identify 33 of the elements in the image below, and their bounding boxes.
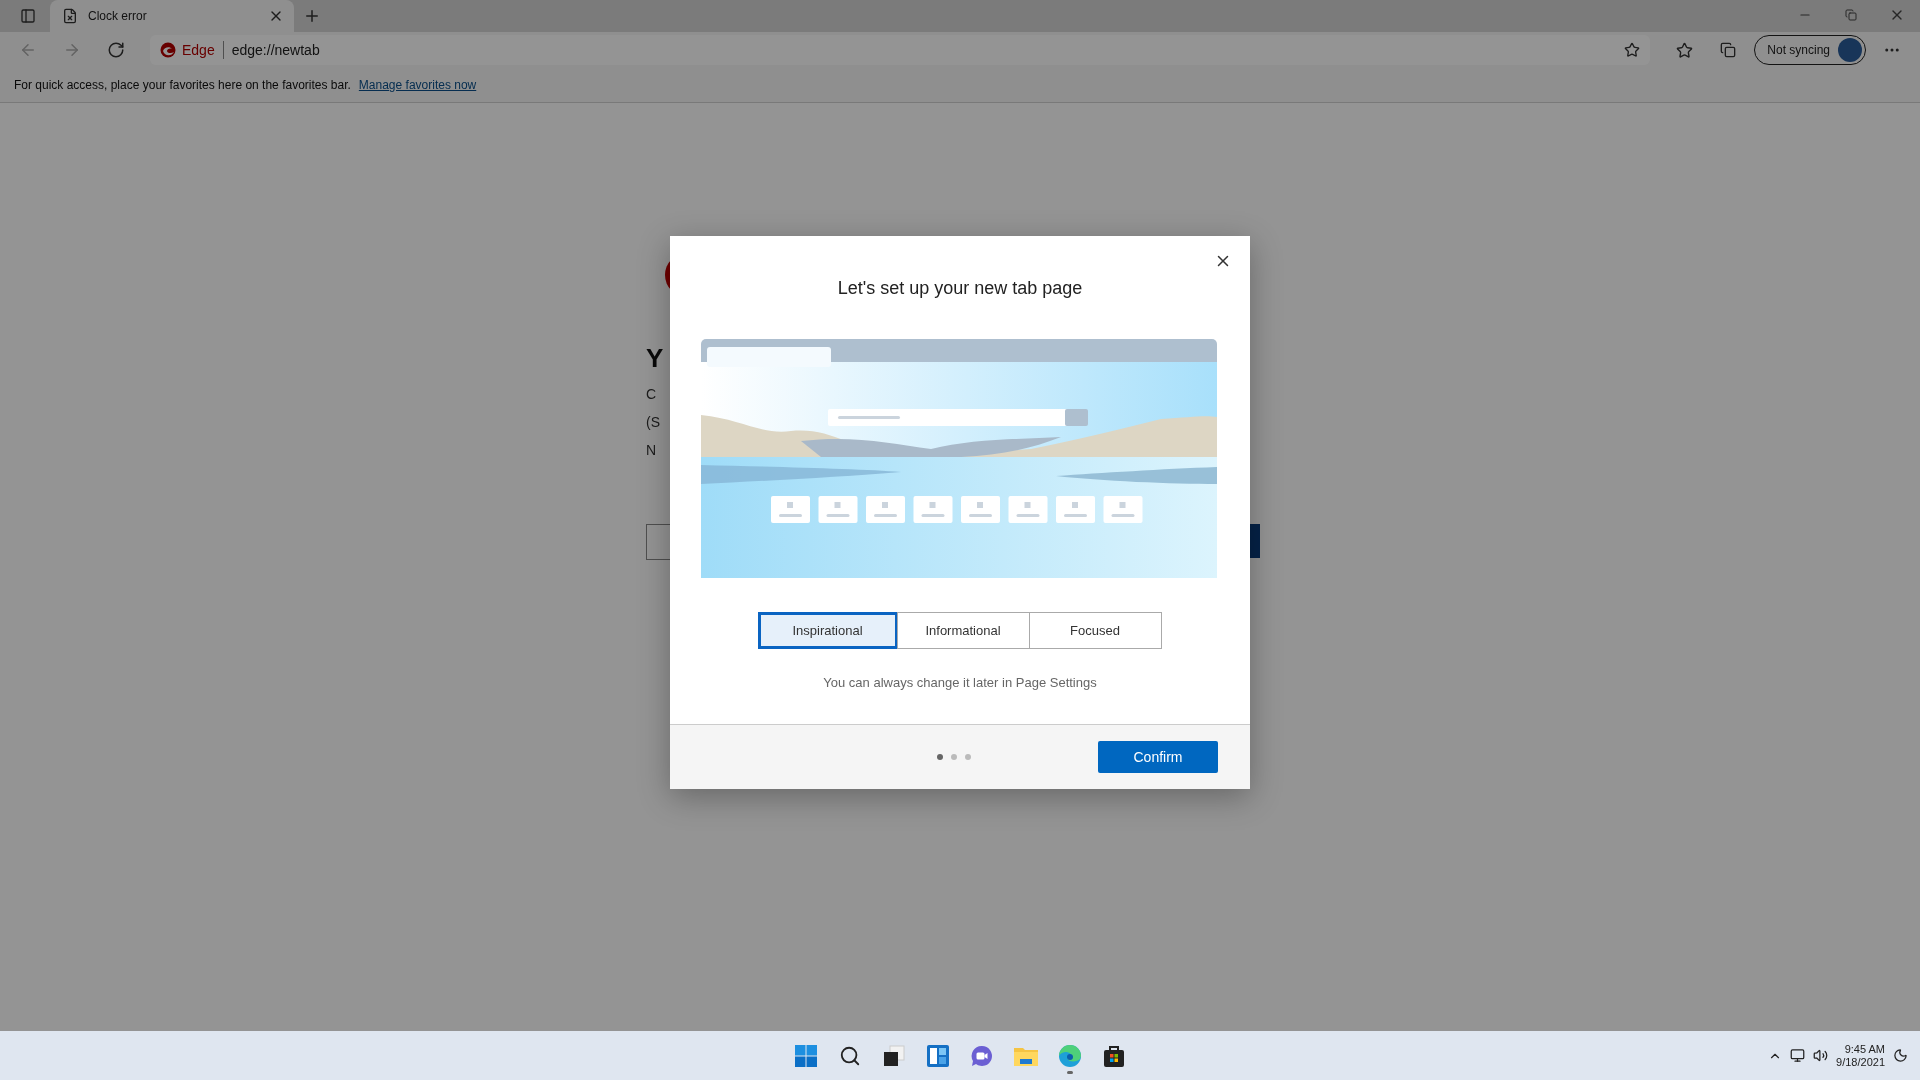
- widgets-icon: [926, 1043, 950, 1068]
- site-label: Edge: [160, 42, 215, 58]
- dialog-title: Let's set up your new tab page: [836, 278, 1084, 299]
- moon-icon[interactable]: [1893, 1048, 1908, 1063]
- error-text: (S: [646, 414, 660, 430]
- confirm-button[interactable]: Confirm: [1098, 741, 1218, 773]
- network-icon[interactable]: [1790, 1048, 1806, 1063]
- manage-favorites-link[interactable]: Manage favorites now: [358, 78, 477, 92]
- error-text: N: [646, 442, 657, 458]
- overlapping-windows-icon: [882, 1043, 906, 1068]
- tab-title: Clock error: [88, 9, 148, 23]
- address-bar[interactable]: Edge edge://newtab: [150, 35, 1651, 65]
- browser-tab[interactable]: Clock error: [50, 0, 294, 32]
- hint-text: You can always change it later in Page Settings: [822, 675, 1098, 690]
- error-text: C: [646, 386, 657, 402]
- clock-date: 9/18/2021: [1836, 1055, 1885, 1069]
- clock-time: 9:45 AM: [1844, 1042, 1885, 1056]
- chat-icon: [970, 1043, 994, 1068]
- page-error-icon: [62, 8, 78, 24]
- avatar-icon: [1838, 38, 1862, 62]
- swirl-logo-icon: [160, 42, 176, 58]
- browser-logo-icon: [1058, 1043, 1082, 1068]
- shopping-bag-icon: [1102, 1043, 1126, 1068]
- windows-icon: [794, 1043, 818, 1068]
- search-icon: [839, 1044, 861, 1067]
- volume-icon[interactable]: [1813, 1048, 1829, 1063]
- layout-option[interactable]: Informational: [896, 612, 1030, 649]
- favorites-bar-message: For quick access, place your favorites here on the favorites bar.: [14, 78, 351, 92]
- add-favorite-icon[interactable]: [1624, 42, 1641, 58]
- layout-option[interactable]: Focused: [1028, 612, 1162, 649]
- url-text: edge://newtab: [231, 42, 321, 58]
- error-heading: Y: [646, 343, 664, 374]
- layout-option[interactable]: Inspirational: [757, 612, 898, 649]
